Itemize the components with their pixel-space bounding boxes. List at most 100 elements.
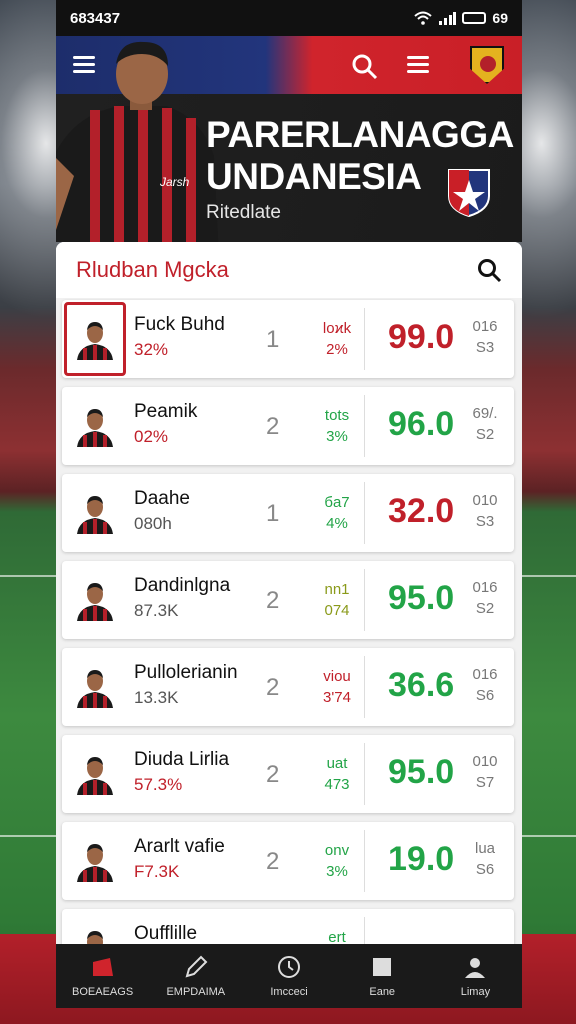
player-score: 36.6 [388,666,455,704]
player-stat: 02% [134,427,169,446]
season-label: S2 [475,600,495,617]
player-rank: 1 [266,500,280,527]
app-window: Jarsh PARERLANAGGA UNDANESIA Ritedlate R… [56,36,522,944]
player-name: Daahe [134,488,190,509]
player-score: 99.0 [388,318,455,356]
change-label: loϰk [322,320,352,337]
player-avatar-icon [77,844,113,882]
avatar[interactable] [64,650,126,724]
player-avatar-icon [77,757,113,795]
list-header: Rludban Mgcka [56,242,522,298]
season-code: 69/. [472,405,498,422]
season-code: 016 [472,318,498,335]
page-subtitle: Ritedlate [206,202,281,223]
svg-text:Jarsh: Jarsh [159,175,190,189]
nav-item-square[interactable]: Eane [336,944,429,1008]
season-label: S7 [475,774,495,791]
status-bar: 683437 69 [56,0,522,36]
avatar[interactable] [64,737,126,811]
season-info: 016 S3 [470,316,500,358]
menu-icon[interactable] [70,52,98,80]
nav-item-profile[interactable]: Limay [429,944,522,1008]
avatar[interactable] [64,911,126,944]
list-item[interactable]: Oufflille ert [62,909,514,944]
divider [364,743,365,805]
list-search-icon[interactable] [476,257,502,283]
list-item[interactable]: Dandinlgna 87.3K 2 nn1 074 95.0 016 S2 [62,561,514,639]
player-stat: 13.3K [134,688,179,707]
player-avatar-icon [77,409,113,447]
season-info: 016 S2 [470,577,500,619]
search-icon[interactable] [350,52,378,80]
change-indicator: loϰk 2% [316,318,358,360]
divider [364,830,365,892]
player-rank: 2 [266,674,280,701]
player-score: 95.0 [388,579,455,617]
season-info: lua S6 [470,838,500,880]
nav-item-home[interactable]: BOEAEAGS [56,944,149,1008]
player-name: Ararlt vafie [134,836,225,857]
change-value: 3% [326,863,348,880]
season-info: 016 S6 [470,664,500,706]
player-score: 32.0 [388,492,455,530]
season-info: 010 S3 [470,490,500,532]
change-label: tots [324,407,350,424]
change-indicator: tots 3% [316,405,358,447]
season-code: 016 [472,579,498,596]
player-name: Dandinlgna [134,575,231,596]
bottom-nav: BOEAEAGS EMPDAIMA Imcceci Eane Limay [56,944,522,1008]
player-avatar-icon [87,931,103,944]
change-indicator: uat 473 [316,753,358,795]
status-right-text: 69 [492,10,508,26]
list-item[interactable]: Pullolerianin 13.3K 2 viou 3'74 36.6 016… [62,648,514,726]
nav-item-clock[interactable]: Imcceci [242,944,335,1008]
change-indicator: бa7 4% [316,492,358,534]
season-label: S2 [475,426,495,443]
nav-label: Eane [369,986,396,998]
status-time: 683437 [70,9,121,27]
divider [364,569,365,631]
list-item[interactable]: Daahe 080h 1 бa7 4% 32.0 010 S3 [62,474,514,552]
list-menu-icon[interactable] [404,52,432,80]
player-stat: 080h [134,514,172,533]
player-avatar-icon [77,583,113,621]
season-code: 016 [472,666,498,683]
nav-item-edit[interactable]: EMPDAIMA [149,944,242,1008]
player-rank: 1 [266,326,280,353]
player-avatar-icon [77,322,113,360]
change-label: viou [323,668,351,685]
avatar[interactable] [64,389,126,463]
list-item[interactable]: Peamik 02% 2 tots 3% 96.0 69/. S2 [62,387,514,465]
hero-header: Jarsh PARERLANAGGA UNDANESIA Ritedlate [56,36,522,242]
player-stat: 32% [134,340,169,359]
change-indicator: nn1 074 [316,579,358,621]
list-item[interactable]: Diuda Lirlia 57.3% 2 uat 473 95.0 010 S7 [62,735,514,813]
season-label: S6 [475,861,495,878]
avatar[interactable] [64,563,126,637]
nav-label: Imcceci [270,986,308,998]
clock-icon [278,956,300,978]
player-score: 96.0 [388,405,455,443]
list-item[interactable]: Fuck Buhd 32% 1 loϰk 2% 99.0 016 S3 [62,300,514,378]
list-item[interactable]: Ararlt vafie F7.3K 2 onv 3% 19.0 lua S6 [62,822,514,900]
avatar[interactable] [64,476,126,550]
season-info: 69/. S2 [470,403,500,445]
player-rank: 2 [266,848,280,875]
player-score: 19.0 [388,840,455,878]
wifi-icon [414,11,433,25]
change-indicator: onv 3% [316,840,358,882]
player-score: 95.0 [388,753,455,791]
ranking-list-card: Rludban Mgcka Fuck Buhd 32% 1 loϰk 2% 99… [56,242,522,944]
nav-label: EMPDAIMA [166,986,226,998]
season-label: S6 [475,687,495,704]
edit-icon [185,955,208,978]
avatar[interactable] [64,302,126,376]
player-stat: 87.3K [134,601,179,620]
change-label: ert [328,929,346,944]
avatar[interactable] [64,824,126,898]
shield-icon [448,169,490,218]
player-avatar-icon [77,496,113,534]
change-value: 074 [324,602,350,619]
nav-label: Limay [460,986,491,998]
change-indicator: ert [316,927,358,944]
